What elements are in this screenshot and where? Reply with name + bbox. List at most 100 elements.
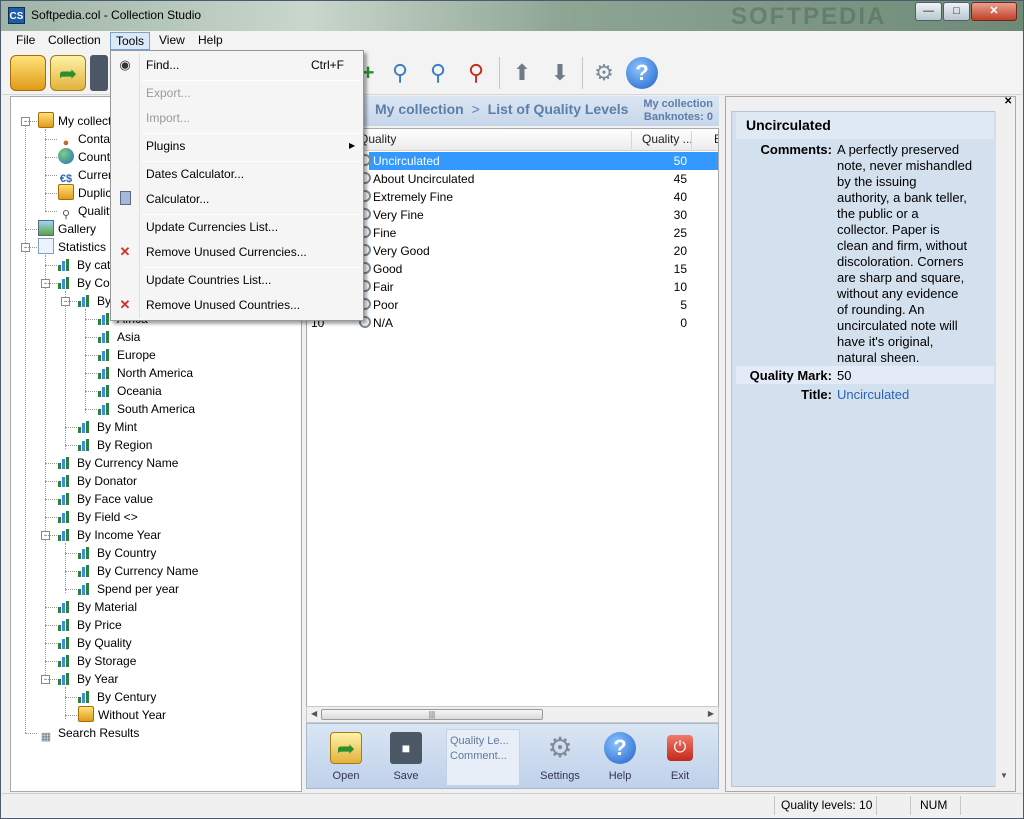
row-quality: Very Fine bbox=[373, 208, 424, 222]
help-button[interactable]: ? Help bbox=[594, 732, 646, 782]
list-row[interactable]: 9Poor5 bbox=[307, 296, 718, 314]
tree-item-label: Statistics bbox=[58, 240, 107, 254]
tree-item-node-17[interactable]: By Mint bbox=[78, 418, 137, 436]
submenu-arrow-icon: ▶ bbox=[349, 141, 356, 150]
chart-icon bbox=[58, 529, 72, 541]
new-collection-icon[interactable] bbox=[10, 55, 46, 91]
import-icon[interactable]: ⬇ bbox=[542, 55, 578, 91]
tree-item-statistics[interactable]: Statistics bbox=[38, 238, 106, 256]
minimize-button[interactable]: — bbox=[915, 2, 942, 21]
menu-item-remove-unused-countries[interactable]: ✕ Remove Unused Countries... bbox=[111, 294, 363, 316]
row-quality: Good bbox=[373, 262, 403, 276]
list-row[interactable]: 5Fine25 bbox=[307, 224, 718, 242]
quality-levels-list[interactable]: Quality Quality ... B 1Uncirculated502Ab… bbox=[306, 128, 719, 707]
menu-item-remove-unused-currencies[interactable]: ✕ Remove Unused Currencies... bbox=[111, 241, 363, 263]
settings-icon[interactable]: ⚙ bbox=[586, 55, 622, 91]
search-icon[interactable]: ⚲ bbox=[420, 55, 456, 91]
magnifier-icon[interactable]: ⚲ bbox=[382, 55, 418, 91]
tree-item-node-12[interactable]: Asia bbox=[98, 328, 140, 346]
maximize-button[interactable]: □ bbox=[943, 2, 970, 21]
tree-item-node-26[interactable]: Spend per year bbox=[78, 580, 179, 598]
tree-item-node-13[interactable]: Europe bbox=[98, 346, 156, 364]
comment-line: by the issuing bbox=[837, 174, 917, 189]
menu-tools[interactable]: Tools bbox=[110, 32, 151, 50]
open-collection-icon[interactable]: ➦ bbox=[50, 55, 86, 91]
tree-item-node-23[interactable]: By Income Year bbox=[58, 526, 161, 544]
tree-item-node-19[interactable]: By Currency Name bbox=[58, 454, 178, 472]
menu-file[interactable]: File bbox=[11, 32, 40, 50]
column-quality[interactable]: Quality bbox=[359, 132, 396, 146]
chart-icon bbox=[58, 475, 72, 487]
chart-icon bbox=[78, 421, 92, 433]
save-button[interactable]: ■ Save bbox=[380, 732, 432, 782]
tree-item-node-31[interactable]: By Year bbox=[58, 670, 118, 688]
export-icon[interactable]: ⬆ bbox=[504, 55, 540, 91]
tree-item-node-14[interactable]: North America bbox=[98, 364, 193, 382]
tree-item-node-32[interactable]: By Century bbox=[78, 688, 156, 706]
tree-item-node-20[interactable]: By Donator bbox=[58, 472, 137, 490]
menu-item-dates-calculator[interactable]: Dates Calculator... bbox=[111, 163, 363, 185]
save-icon[interactable] bbox=[90, 55, 108, 91]
menu-view[interactable]: View bbox=[154, 32, 190, 50]
scroll-thumb[interactable]: ||| bbox=[321, 709, 543, 720]
help-icon[interactable]: ? bbox=[626, 57, 658, 89]
title-link[interactable]: Uncirculated bbox=[837, 387, 909, 403]
list-row[interactable]: 4Very Fine30 bbox=[307, 206, 718, 224]
menu-collection[interactable]: Collection bbox=[43, 32, 106, 50]
open-button[interactable]: ➦ Open bbox=[320, 732, 372, 782]
row-quality-mark: 5 bbox=[680, 298, 687, 312]
search-remove-icon[interactable]: ⚲ bbox=[458, 55, 494, 91]
menu-item-plugins[interactable]: Plugins ▶ bbox=[111, 135, 363, 157]
scroll-right-icon[interactable]: ▶ bbox=[708, 709, 714, 718]
tree-item-node-33[interactable]: Without Year bbox=[78, 706, 166, 724]
chart-icon bbox=[98, 403, 112, 415]
menu-item-update-currencies-list[interactable]: Update Currencies List... bbox=[111, 216, 363, 238]
list-row[interactable]: 7Good15 bbox=[307, 260, 718, 278]
menu-help[interactable]: Help bbox=[193, 32, 228, 50]
tree-item-gallery[interactable]: Gallery bbox=[38, 220, 96, 238]
settings-button[interactable]: ⚙ Settings bbox=[534, 732, 586, 782]
app-icon[interactable]: CS bbox=[8, 7, 25, 24]
list-row[interactable]: 2About Uncirculated45 bbox=[307, 170, 718, 188]
details-close-icon[interactable]: ✕ bbox=[1004, 96, 1012, 107]
tree-item-node-29[interactable]: By Quality bbox=[58, 634, 132, 652]
tree-item-node-16[interactable]: South America bbox=[98, 400, 195, 418]
tree-item-node-15[interactable]: Oceania bbox=[98, 382, 162, 400]
tree-item-node-21[interactable]: By Face value bbox=[58, 490, 153, 508]
vertical-scrollbar[interactable]: ▼ bbox=[995, 111, 1011, 787]
scroll-left-icon[interactable]: ◀ bbox=[311, 709, 317, 718]
watermark: SOFTPEDIA bbox=[731, 3, 887, 30]
menu-item-calculator[interactable]: Calculator... bbox=[111, 188, 363, 210]
tree-item-node-22[interactable]: By Field <> bbox=[58, 508, 138, 526]
close-button[interactable]: ✕ bbox=[971, 2, 1017, 21]
tree-item-node-27[interactable]: By Material bbox=[58, 598, 137, 616]
tree-item-node-34[interactable]: ▦ Search Results bbox=[38, 724, 140, 743]
tree-item-node-18[interactable]: By Region bbox=[78, 436, 152, 454]
menu-item-find[interactable]: ◉ Find... Ctrl+F bbox=[111, 54, 363, 76]
menu-item-export[interactable]: Export... bbox=[111, 82, 363, 104]
title-bar[interactable]: CS Softpedia.col - Collection Studio SOF… bbox=[1, 1, 1023, 31]
floppy-icon: ■ bbox=[390, 732, 422, 764]
menu-item-import[interactable]: Import... bbox=[111, 107, 363, 129]
tree-item-node-25[interactable]: By Currency Name bbox=[78, 562, 198, 580]
list-row[interactable]: 1Uncirculated50 bbox=[307, 152, 718, 170]
list-row[interactable]: 3Extremely Fine40 bbox=[307, 188, 718, 206]
chart-icon bbox=[98, 367, 112, 379]
list-row[interactable]: 6Very Good20 bbox=[307, 242, 718, 260]
tree-item-node-28[interactable]: By Price bbox=[58, 616, 122, 634]
status-num: NUM bbox=[920, 798, 948, 812]
breadcrumb-sep: > bbox=[471, 101, 480, 117]
list-row[interactable]: 8Fair10 bbox=[307, 278, 718, 296]
column-quality-mark[interactable]: Quality ... bbox=[642, 132, 693, 146]
breadcrumb-root[interactable]: My collection bbox=[375, 101, 464, 117]
scroll-down-icon[interactable]: ▼ bbox=[1000, 771, 1008, 780]
exit-button[interactable]: ⏻ Exit bbox=[654, 732, 706, 782]
menu-item-update-countries-list[interactable]: Update Countries List... bbox=[111, 269, 363, 291]
list-row[interactable]: 10 N/A 0 bbox=[307, 314, 718, 332]
info-collection: My collection bbox=[643, 98, 713, 110]
column-b[interactable]: B bbox=[714, 132, 718, 146]
tree-item-node-30[interactable]: By Storage bbox=[58, 652, 136, 670]
tree-item-node-24[interactable]: By Country bbox=[78, 544, 156, 562]
chart-icon bbox=[98, 331, 112, 343]
horizontal-scrollbar[interactable]: ◀ ||| ▶ bbox=[306, 706, 719, 723]
